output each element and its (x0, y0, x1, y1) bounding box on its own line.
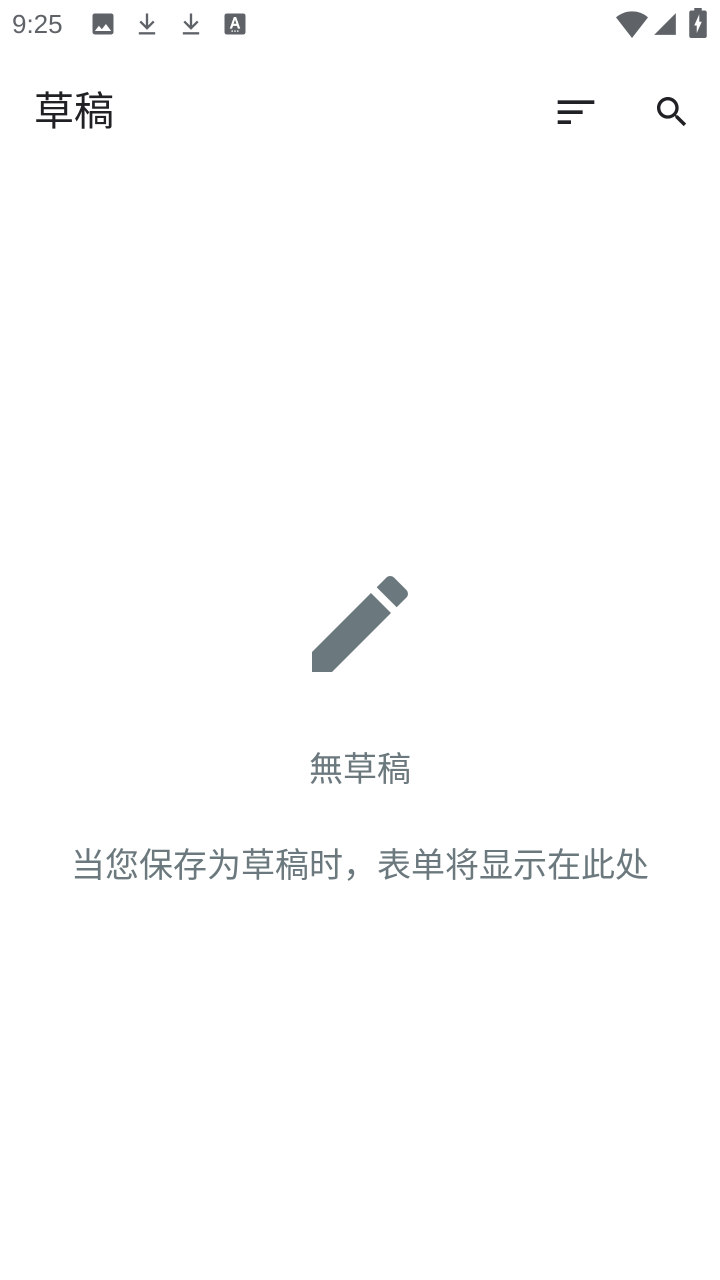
page-title: 草稿 (34, 89, 114, 135)
status-bar: 9:25 (0, 0, 720, 48)
sort-icon (557, 100, 595, 124)
drafts-screen: 9:25 草稿 無草稿 当您保存为草稿时，表单将显示在此处 (0, 0, 720, 1280)
empty-state-title: 無草稿 (309, 750, 411, 790)
download-icon (133, 10, 161, 38)
app-bar: 草稿 (0, 64, 720, 160)
search-button[interactable] (644, 84, 700, 140)
pencil-icon (312, 575, 409, 672)
cellular-signal-icon (652, 10, 678, 38)
download-icon (177, 10, 205, 38)
status-time: 9:25 (12, 9, 63, 39)
font-app-icon (221, 10, 249, 38)
wifi-icon (616, 10, 648, 38)
empty-state-message: 当您保存为草稿时，表单将显示在此处 (71, 846, 649, 886)
sort-button[interactable] (548, 84, 604, 140)
search-icon (657, 97, 687, 127)
battery-charging-icon (688, 8, 708, 38)
empty-state: 無草稿 当您保存为草稿时，表单将显示在此处 (0, 560, 720, 888)
image-icon (89, 10, 117, 38)
